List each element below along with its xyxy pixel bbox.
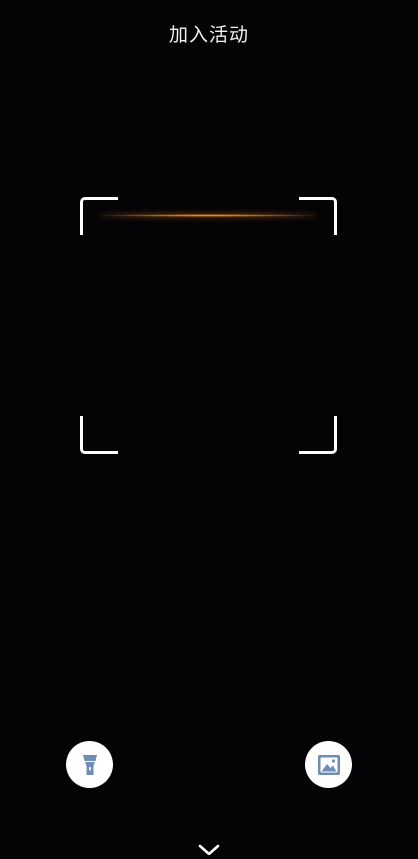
- scan-line: [98, 214, 319, 217]
- flashlight-button[interactable]: [66, 741, 113, 788]
- scan-frame: [80, 197, 337, 454]
- scan-corner-bottom-left: [80, 416, 118, 454]
- scan-corner-bottom-right: [299, 416, 337, 454]
- close-scanner-button[interactable]: [194, 843, 224, 859]
- flashlight-icon: [82, 754, 97, 775]
- page-title: 加入活动: [168, 24, 249, 46]
- chevron-down-icon: [198, 844, 220, 855]
- image-icon: [317, 754, 340, 775]
- qr-scanner-screen: 加入活动: [0, 0, 418, 859]
- album-button[interactable]: [305, 741, 352, 788]
